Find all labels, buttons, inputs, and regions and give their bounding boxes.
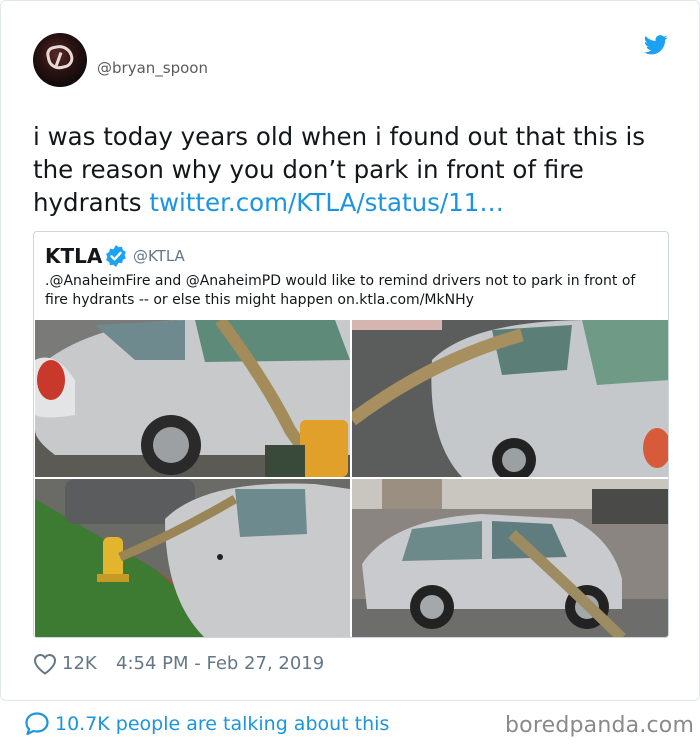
tweet-card: @bryan_spoon i was today years old when … xyxy=(0,0,700,701)
photo-hose-closeup[interactable] xyxy=(352,320,668,477)
twitter-bird-icon[interactable] xyxy=(644,35,668,55)
avatar[interactable] xyxy=(33,33,87,87)
user-handle[interactable]: @bryan_spoon xyxy=(97,59,208,77)
talking-count-link[interactable]: 10.7K people are talking about this xyxy=(55,713,389,735)
tweet-timestamp[interactable]: 4:54 PM - Feb 27, 2019 xyxy=(116,653,324,674)
quoted-author-name[interactable]: KTLA xyxy=(45,244,102,268)
tweet-text: i was today years old when i found out t… xyxy=(33,120,673,219)
watermark: boredpanda.com xyxy=(505,713,695,738)
quoted-tweet[interactable]: KTLA @KTLA .@AnaheimFire and @AnaheimPD … xyxy=(33,231,669,638)
photo-hydrant-grass[interactable] xyxy=(35,479,350,637)
quoted-tweet-text: .@AnaheimFire and @AnaheimPD would like … xyxy=(45,273,636,308)
heart-icon[interactable] xyxy=(33,653,57,675)
speech-bubble-icon[interactable] xyxy=(24,711,50,737)
photo-car-full-view[interactable] xyxy=(352,479,668,637)
photo-hose-through-window[interactable] xyxy=(35,320,350,477)
bottom-bar: 10.7K people are talking about this bore… xyxy=(0,701,700,750)
quoted-author-handle[interactable]: @KTLA xyxy=(133,247,185,265)
like-count[interactable]: 12K xyxy=(62,653,97,674)
verified-badge-icon xyxy=(106,245,126,267)
tweet-link[interactable]: twitter.com/KTLA/status/11… xyxy=(149,188,504,217)
